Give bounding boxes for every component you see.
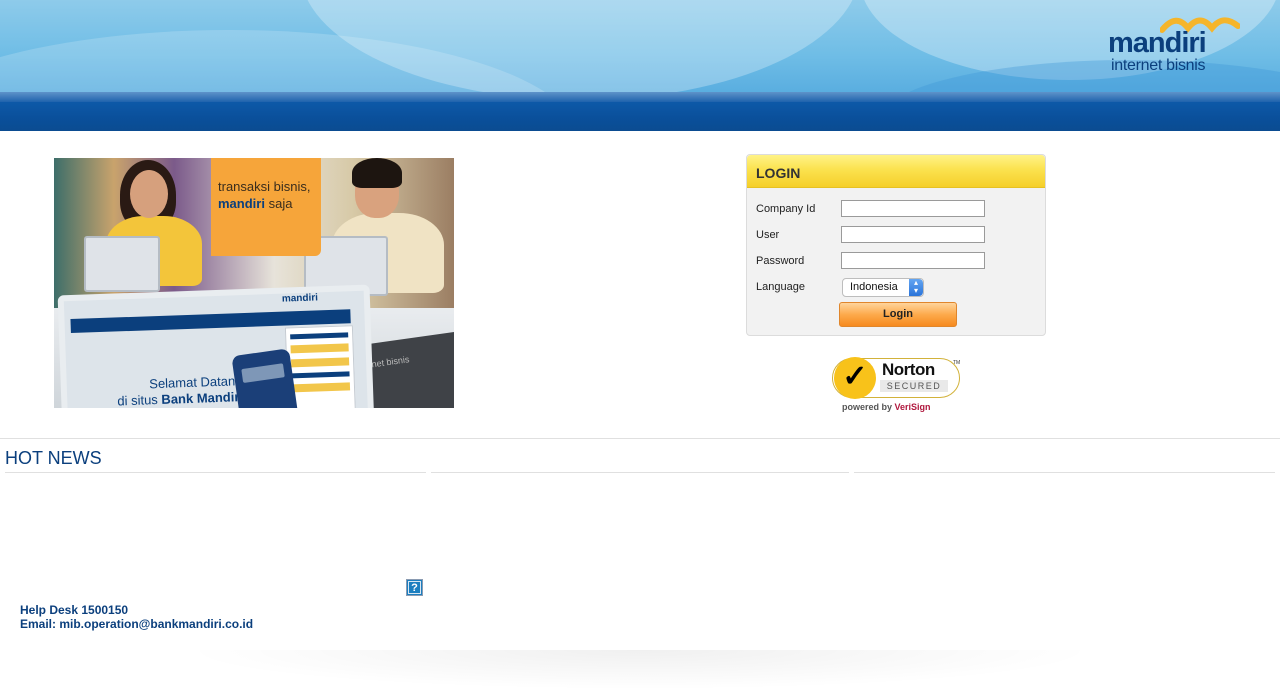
welcome-line2-bold: Bank Mandiri — [161, 389, 244, 407]
user-label: User — [756, 229, 780, 241]
helpdesk-phone: Help Desk 1500150 — [20, 603, 129, 617]
login-title: LOGIN — [756, 165, 801, 181]
header-blue-band — [0, 92, 1280, 131]
help-icon[interactable]: ? — [406, 579, 423, 596]
banner-caption-brand: mandiri — [218, 196, 265, 211]
section-divider — [0, 438, 1280, 439]
screen-welcome-text: Selamat Datang di situs Bank Mandiri — [117, 373, 244, 408]
mandiri-logo: mandiri internet bisnis — [1108, 16, 1248, 76]
helpdesk-email: Email: mib.operation@bankmandiri.co.id — [20, 617, 254, 631]
hot-news-heading: HOT NEWS — [5, 448, 102, 468]
woman-figure — [130, 170, 168, 218]
norton-powered-by: powered by VeriSign — [842, 402, 931, 412]
chevron-updown-icon: ▴ ▾ — [909, 279, 923, 296]
company-id-field[interactable] — [841, 200, 985, 217]
password-field[interactable] — [841, 252, 985, 269]
news-column-divider — [431, 472, 849, 473]
promo-banner: transaksi bisnis, mandiri saja internet … — [54, 158, 454, 408]
welcome-line2-prefix: di situs — [117, 392, 159, 408]
login-header: LOGIN — [747, 155, 1045, 188]
security-token-icon — [231, 348, 299, 408]
checkmark-icon: ✓ — [834, 357, 876, 399]
norton-trademark: TM — [953, 360, 961, 366]
norton-secured-seal[interactable]: ✓ Norton TM SECURED powered by VeriSign — [832, 354, 962, 416]
screen-logo: mandiri — [281, 292, 319, 305]
banner-caption-tail: saja — [268, 196, 293, 211]
banner-caption-line1: transaksi bisnis, — [218, 179, 311, 194]
user-field[interactable] — [841, 226, 985, 243]
news-column-divider — [854, 472, 1275, 473]
powered-by-prefix: powered by — [842, 402, 893, 412]
man-figure — [352, 158, 402, 188]
company-id-label: Company Id — [756, 203, 816, 215]
norton-name: Norton — [882, 360, 935, 379]
login-panel: LOGIN Company Id User Password Language … — [746, 154, 1046, 336]
laptop-image — [84, 236, 160, 292]
banner-laptop-screen: mandiri Selamat Datang di situs Bank Man… — [57, 284, 375, 408]
bottom-shadow — [180, 650, 1100, 690]
token-screen — [241, 363, 285, 383]
helpdesk-info: Help Desk 1500150 Email: mib.operation@b… — [20, 603, 253, 631]
page-header: mandiri internet bisnis — [0, 0, 1280, 131]
language-label: Language — [756, 281, 805, 293]
news-column-divider — [5, 472, 426, 473]
banner-caption: transaksi bisnis, mandiri saja — [218, 178, 310, 212]
header-sky-background — [0, 0, 1280, 92]
login-button[interactable]: Login — [839, 302, 957, 327]
password-label: Password — [756, 255, 805, 267]
logo-subbrand-text: internet bisnis — [1111, 57, 1206, 74]
language-select-value: Indonesia — [850, 281, 898, 293]
verisign-brand: VeriSign — [894, 402, 931, 412]
logo-brand-text: mandiri — [1108, 27, 1207, 59]
language-select[interactable]: Indonesia ▴ ▾ — [842, 278, 924, 297]
norton-secured-text: SECURED — [880, 380, 948, 392]
